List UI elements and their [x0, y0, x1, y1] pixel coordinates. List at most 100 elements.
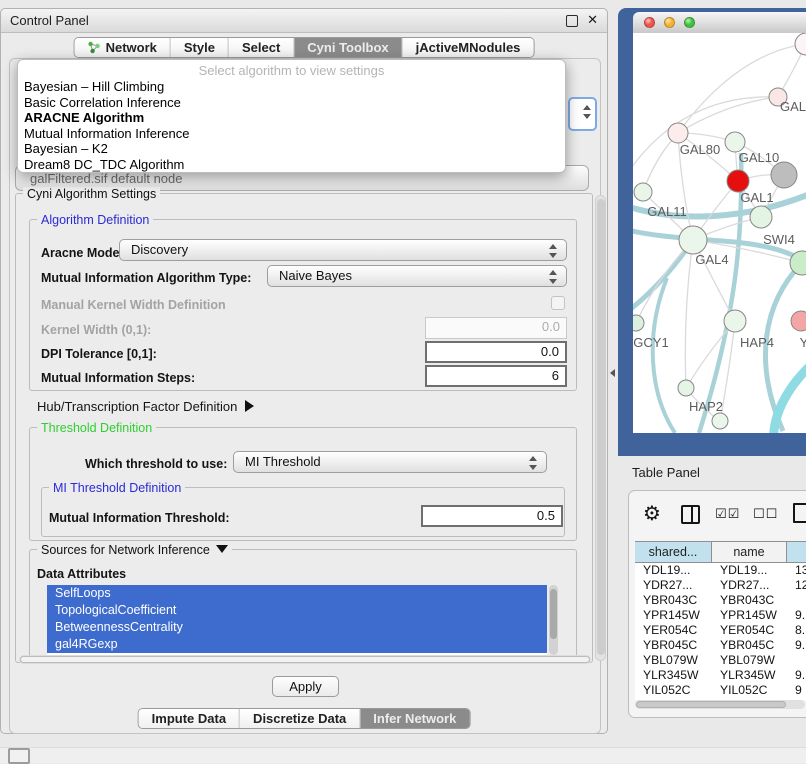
algorithm-option-bayesian-hill-climbing[interactable]: Bayesian – Hill Climbing — [18, 79, 565, 95]
network-node[interactable] — [750, 206, 772, 228]
table-horizontal-scrollbar-thumb[interactable] — [636, 701, 786, 708]
network-node[interactable] — [724, 310, 746, 332]
settings-horizontal-scrollbar-thumb[interactable] — [20, 656, 590, 663]
mi-threshold-field[interactable]: 0.5 — [421, 505, 563, 527]
network-view[interactable]: GALGAL80GAL10GAL1GAL11SWI4GAL4GCY1HAP4YH… — [633, 33, 806, 433]
tab-infer-network[interactable]: Infer Network — [359, 709, 469, 728]
network-graph[interactable]: GALGAL80GAL10GAL1GAL11SWI4GAL4GCY1HAP4YH… — [633, 33, 806, 433]
settings-vertical-scrollbar-thumb[interactable] — [597, 199, 605, 655]
network-node[interactable] — [678, 380, 694, 396]
column-header[interactable]: A — [787, 542, 806, 562]
aracne-mode-label: Aracne Mode: — [41, 246, 124, 260]
table-cell: YLR345W — [712, 668, 787, 683]
table-cell: YBL079W — [635, 653, 712, 668]
algorithm-option-bayesian-k2[interactable]: Bayesian – K2 — [18, 141, 565, 157]
algorithm-definition-legend: Algorithm Definition — [37, 213, 153, 227]
table-cell: YDL19... — [712, 563, 787, 578]
table-row[interactable]: YBR043CYBR043C — [635, 593, 806, 608]
attribute-item[interactable]: TopologicalCoefficient — [47, 602, 547, 619]
algorithm-option-basic-correlation-inference[interactable]: Basic Correlation Inference — [18, 95, 565, 111]
tab-impute-data[interactable]: Impute Data — [139, 709, 239, 728]
sources-legend-label: Sources for Network Inference — [41, 543, 210, 557]
attributes-scrollbar[interactable] — [549, 585, 558, 655]
close-panel-icon[interactable]: ✕ — [587, 12, 598, 28]
apply-button[interactable]: Apply — [272, 676, 339, 697]
add-column-icon[interactable] — [793, 503, 806, 523]
focused-combo-fragment[interactable] — [568, 97, 597, 131]
combo-spinner-icon — [549, 270, 557, 284]
attribute-item[interactable]: BetweennessCentrality — [47, 619, 547, 636]
tab-jactivemnodules[interactable]: jActiveMNodules — [402, 38, 534, 57]
table-row[interactable]: YDR27...YDR27...12 — [635, 578, 806, 593]
network-node[interactable] — [727, 170, 749, 192]
manual-kernel-checkbox[interactable] — [551, 296, 565, 310]
table-horizontal-scrollbar[interactable] — [635, 700, 805, 709]
cyni-bottom-tab-bar: Impute DataDiscretize DataInfer Network — [138, 708, 471, 729]
window-minimize-icon[interactable] — [664, 17, 675, 28]
settings-vertical-scrollbar[interactable] — [595, 195, 606, 661]
network-node[interactable] — [771, 162, 797, 188]
table-panel: ⚙ ☑☑ ☐☐ shared...nameA YDL19...YDL19...1… — [628, 490, 806, 718]
node-table: shared...nameA YDL19...YDL19...13YDR27..… — [635, 541, 806, 700]
algorithm-option-dream8-dc-tdc-algorithm[interactable]: Dream8 DC_TDC Algorithm — [18, 157, 565, 173]
algorithm-option-aracne-algorithm[interactable]: ARACNE Algorithm — [18, 110, 565, 126]
column-header[interactable]: shared... — [635, 542, 712, 562]
table-cell: 9. — [787, 638, 806, 653]
table-cell: YDR27... — [635, 578, 712, 593]
network-node[interactable] — [633, 315, 644, 331]
table-cell — [787, 653, 806, 668]
network-node[interactable] — [668, 123, 688, 143]
table-cell: YPR145W — [635, 608, 712, 623]
table-row[interactable]: YBL079WYBL079W — [635, 653, 806, 668]
tab-discretize-data[interactable]: Discretize Data — [239, 709, 359, 728]
tab-label: Style — [184, 40, 215, 55]
table-row[interactable]: YPR145WYPR145W9. — [635, 608, 806, 623]
network-window-titlebar[interactable] — [633, 12, 806, 34]
aracne-mode-combo[interactable]: Discovery — [119, 239, 567, 261]
deselect-all-checkboxes-icon[interactable]: ☐☐ — [753, 506, 778, 522]
algorithm-option-mutual-information-inference[interactable]: Mutual Information Inference — [18, 126, 565, 142]
threshold-definition-legend: Threshold Definition — [37, 421, 156, 435]
attribute-item[interactable]: gal4RGexp — [47, 636, 547, 653]
mi-threshold-label: Mutual Information Threshold: — [49, 511, 230, 525]
attributes-scrollbar-thumb[interactable] — [550, 589, 557, 639]
table-row[interactable]: YER054CYER054C8. — [635, 623, 806, 638]
tab-network[interactable]: Network — [75, 38, 170, 57]
table-row[interactable]: YIL052CYIL052C9 — [635, 683, 806, 698]
split-columns-icon[interactable] — [681, 505, 700, 524]
table-cell: 9 — [787, 683, 806, 698]
tab-cyni-toolbox[interactable]: Cyni Toolbox — [293, 38, 401, 57]
settings-horizontal-scrollbar[interactable] — [19, 655, 591, 664]
table-row[interactable]: YDL19...YDL19...13 — [635, 563, 806, 578]
attribute-item[interactable]: SelfLoops — [47, 585, 547, 602]
hub-definition-toggle[interactable]: Hub/Transcription Factor Definition — [37, 399, 254, 414]
column-header[interactable]: name — [712, 542, 787, 562]
window-zoom-icon[interactable] — [684, 17, 695, 28]
panel-splitter-arrow-icon[interactable] — [610, 369, 615, 377]
network-node[interactable] — [679, 226, 707, 254]
network-node[interactable] — [795, 33, 806, 55]
dpi-tolerance-field[interactable]: 0.0 — [425, 341, 567, 363]
network-node[interactable] — [791, 311, 806, 331]
window-close-icon[interactable] — [644, 17, 655, 28]
table-row[interactable]: YBR045CYBR045C9. — [635, 638, 806, 653]
select-all-checkboxes-icon[interactable]: ☑☑ — [715, 506, 740, 522]
network-node[interactable] — [634, 183, 652, 201]
cyni-algorithm-settings-legend: Cyni Algorithm Settings — [23, 187, 160, 201]
gear-icon[interactable]: ⚙ — [643, 501, 661, 526]
sources-legend[interactable]: Sources for Network Inference — [37, 543, 232, 557]
network-node[interactable] — [712, 413, 728, 429]
network-node[interactable] — [725, 132, 745, 152]
tab-select[interactable]: Select — [228, 38, 293, 57]
node-label: GAL4 — [695, 252, 728, 267]
which-threshold-combo[interactable]: MI Threshold — [233, 451, 547, 473]
mi-steps-field[interactable]: 6 — [425, 365, 567, 387]
node-label: HAP2 — [689, 399, 723, 414]
kernel-width-field[interactable]: 0.0 — [425, 317, 567, 339]
network-edge — [685, 240, 693, 388]
table-cell: YIL052C — [635, 683, 712, 698]
table-row[interactable]: YLR345WYLR345W9. — [635, 668, 806, 683]
tab-style[interactable]: Style — [170, 38, 228, 57]
mi-type-combo[interactable]: Naive Bayes — [267, 265, 567, 287]
float-panel-icon[interactable] — [566, 15, 578, 27]
